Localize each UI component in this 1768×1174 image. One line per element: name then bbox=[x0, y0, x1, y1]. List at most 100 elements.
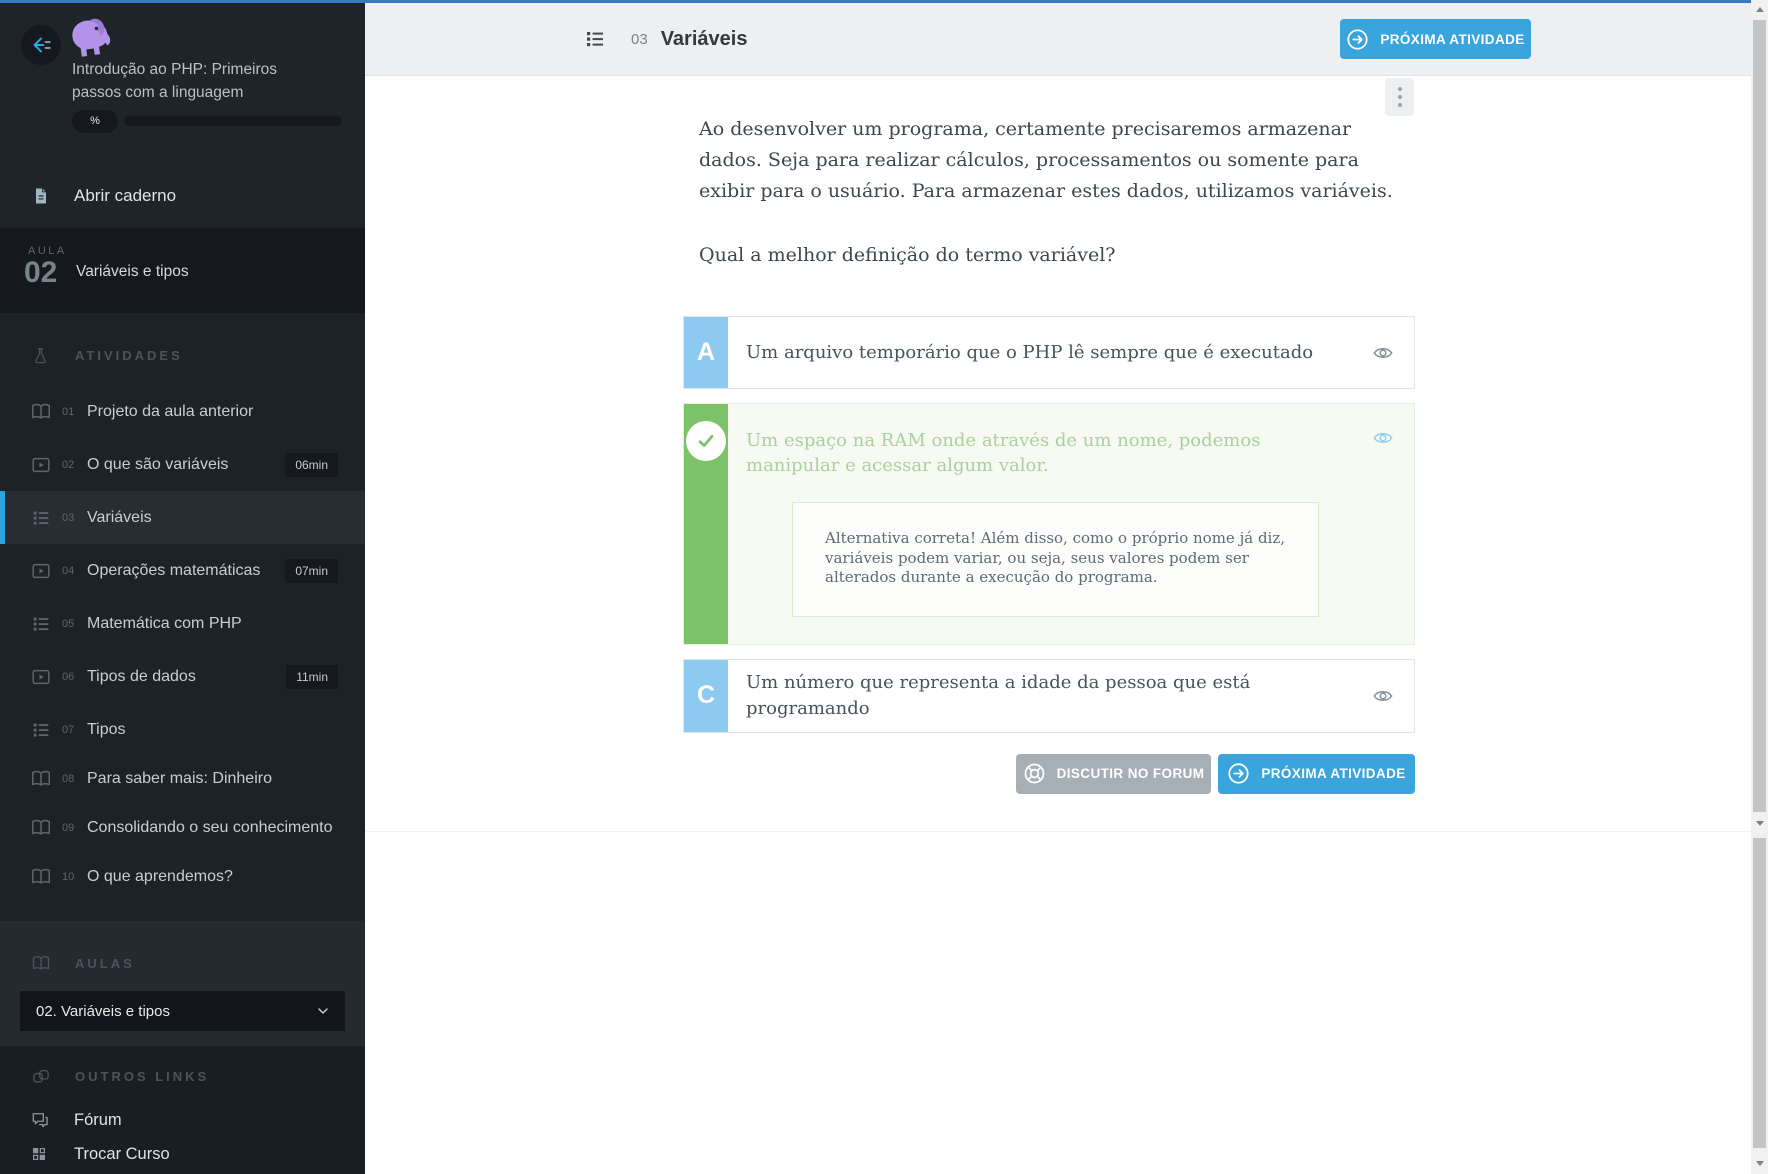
answer-feedback-box: Alternativa correta! Além disso, como o … bbox=[792, 502, 1319, 617]
top-accent-bar bbox=[0, 0, 1751, 3]
activity-list-icon bbox=[583, 27, 607, 51]
sidebar-item-o-que-sao-variaveis[interactable]: 02 O que são variáveis 06min bbox=[0, 438, 365, 491]
activity-header-title: Variáveis bbox=[660, 27, 748, 50]
scrollbar-thumb-page[interactable] bbox=[1753, 838, 1766, 1148]
sidebar-link-forum[interactable]: Fórum bbox=[0, 1103, 365, 1137]
arrow-circle-icon bbox=[1227, 762, 1250, 785]
chat-icon bbox=[30, 1110, 50, 1130]
scrollbar-down-arrow-page[interactable] bbox=[1751, 1156, 1768, 1170]
activity-label: Operações matemáticas bbox=[87, 561, 261, 579]
option-text: Um arquivo temporário que o PHP lê sempr… bbox=[746, 341, 1314, 363]
answer-options: A Um arquivo temporário que o PHP lê sem… bbox=[683, 316, 1415, 794]
course-title: Introdução ao PHP: Primeiros passos com … bbox=[72, 61, 278, 101]
course-sidebar: Introdução ao PHP: Primeiros passos com … bbox=[0, 3, 365, 1174]
progress-percent-badge: % bbox=[72, 109, 118, 133]
lesson-title: Variáveis e tipos bbox=[76, 263, 189, 280]
scrollbar-down-arrow-inner[interactable] bbox=[1751, 816, 1768, 830]
progress-bar-track bbox=[124, 116, 342, 126]
sidebar-item-tipos-de-dados[interactable]: 06 Tipos de dados 11min bbox=[0, 650, 365, 703]
video-icon bbox=[30, 666, 52, 688]
book-icon bbox=[30, 817, 52, 839]
current-lesson-banner[interactable]: AULA 02 Variáveis e tipos bbox=[0, 228, 365, 313]
link-icon bbox=[31, 1066, 51, 1087]
duration-badge: 11min bbox=[286, 664, 338, 689]
lesson-select-dropdown[interactable]: 02. Variáveis e tipos bbox=[20, 991, 345, 1031]
content-divider bbox=[365, 831, 1751, 832]
activity-number: 01 bbox=[62, 405, 75, 418]
aulas-header: AULAS bbox=[0, 948, 365, 978]
activity-label: O que são variáveis bbox=[87, 455, 229, 473]
correct-option-body: Um espaço na RAM onde através de um nome… bbox=[728, 404, 1414, 644]
vertical-scrollbar bbox=[1751, 0, 1768, 1174]
open-notebook-button[interactable]: Abrir caderno bbox=[0, 173, 365, 219]
correct-check-icon bbox=[686, 421, 726, 461]
duration-badge: 06min bbox=[285, 452, 338, 477]
video-icon bbox=[30, 454, 52, 476]
open-book-icon bbox=[31, 953, 51, 974]
duration-badge: 07min bbox=[285, 558, 338, 583]
correct-option-bar bbox=[684, 404, 728, 644]
sidebar-item-operacoes-matematicas[interactable]: 04 Operações matemáticas 07min bbox=[0, 544, 365, 597]
lesson-number: 02 bbox=[24, 256, 58, 289]
outros-links-header-label: OUTROS LINKS bbox=[75, 1068, 210, 1084]
next-activity-button-top[interactable]: PRÓXIMA ATIVIDADE bbox=[1340, 19, 1531, 59]
trocar-curso-link-label: Trocar Curso bbox=[74, 1144, 170, 1163]
collapse-arrow-icon bbox=[30, 34, 52, 56]
question-intro-text: Ao desenvolver um programa, certamente p… bbox=[699, 118, 1393, 202]
notebook-icon bbox=[31, 185, 51, 207]
scrollbar-up-arrow[interactable] bbox=[1751, 2, 1768, 16]
question-prompt: Qual a melhor definição do termo variáve… bbox=[699, 244, 1116, 266]
activity-number: 04 bbox=[62, 564, 75, 577]
reveal-answer-eye-icon[interactable] bbox=[1372, 685, 1394, 707]
arrow-circle-icon bbox=[1346, 28, 1369, 51]
activity-number: 09 bbox=[62, 821, 75, 834]
course-progress: % bbox=[72, 109, 342, 133]
reveal-answer-eye-icon[interactable] bbox=[1372, 342, 1394, 364]
option-letter-badge: C bbox=[684, 659, 728, 732]
sidebar-item-matematica-com-php[interactable]: 05 Matemática com PHP bbox=[0, 597, 365, 650]
activity-label: Variáveis bbox=[87, 508, 152, 526]
answer-option-c[interactable]: C Um número que representa a idade da pe… bbox=[683, 658, 1415, 733]
sidebar-item-o-que-aprendemos[interactable]: 10 O que aprendemos? bbox=[0, 850, 365, 903]
activity-label: Tipos bbox=[87, 720, 126, 738]
sidebar-item-para-saber-mais-dinheiro[interactable]: 08 Para saber mais: Dinheiro bbox=[0, 752, 365, 805]
sidebar-item-variaveis-active[interactable]: 03 Variáveis bbox=[0, 491, 365, 544]
activity-title-group: 03 Variáveis bbox=[583, 3, 747, 75]
activity-label: O que aprendemos? bbox=[87, 867, 233, 885]
forum-link-label: Fórum bbox=[74, 1110, 122, 1129]
activity-number: 07 bbox=[62, 723, 75, 736]
activity-label: Consolidando o seu conhecimento bbox=[87, 818, 333, 836]
book-icon bbox=[30, 401, 52, 423]
sidebar-item-consolidando-o-seu-conhecimento[interactable]: 09 Consolidando o seu conhecimento bbox=[0, 801, 365, 854]
activity-label: Para saber mais: Dinheiro bbox=[87, 769, 272, 787]
activity-header-number: 03 bbox=[631, 30, 648, 48]
reveal-answer-eye-icon[interactable] bbox=[1372, 427, 1394, 449]
answer-option-b-correct[interactable]: Um espaço na RAM onde através de um nome… bbox=[683, 403, 1415, 645]
next-activity-button-bottom[interactable]: PRÓXIMA ATIVIDADE bbox=[1218, 753, 1415, 794]
activity-label: Projeto da aula anterior bbox=[87, 402, 254, 420]
next-activity-label: PRÓXIMA ATIVIDADE bbox=[1261, 766, 1406, 781]
list-icon bbox=[30, 507, 52, 529]
book-icon bbox=[30, 768, 52, 790]
activities-header-label: ATIVIDADES bbox=[75, 347, 183, 363]
lifebuoy-forum-icon bbox=[1023, 762, 1046, 785]
question-column: Ao desenvolver um programa, certamente p… bbox=[683, 76, 1415, 794]
sidebar-item-projeto-da-aula-anterior[interactable]: 01 Projeto da aula anterior bbox=[0, 385, 365, 438]
scrollbar-thumb-inner[interactable] bbox=[1753, 20, 1766, 812]
sidebar-item-tipos[interactable]: 07 Tipos bbox=[0, 703, 365, 756]
activity-number: 08 bbox=[62, 772, 75, 785]
option-text: Um número que representa a idade da pess… bbox=[746, 671, 1251, 719]
sidebar-link-trocar-curso[interactable]: Trocar Curso bbox=[0, 1137, 365, 1171]
list-icon bbox=[30, 719, 52, 741]
answer-feedback-text: Alternativa correta! Além disso, como o … bbox=[825, 529, 1286, 586]
activity-number: 03 bbox=[62, 511, 75, 524]
discuss-forum-button[interactable]: DISCUTIR NO FORUM bbox=[1016, 753, 1211, 794]
collapse-sidebar-button[interactable] bbox=[21, 25, 61, 65]
activity-label: Tipos de dados bbox=[87, 667, 196, 685]
chevron-down-icon bbox=[315, 1003, 331, 1019]
activity-number: 02 bbox=[62, 458, 75, 471]
lesson-select-value: 02. Variáveis e tipos bbox=[36, 1002, 170, 1020]
list-icon bbox=[30, 613, 52, 635]
answer-option-a[interactable]: A Um arquivo temporário que o PHP lê sem… bbox=[683, 316, 1415, 389]
question-content-area: Ao desenvolver um programa, certamente p… bbox=[365, 76, 1751, 1174]
